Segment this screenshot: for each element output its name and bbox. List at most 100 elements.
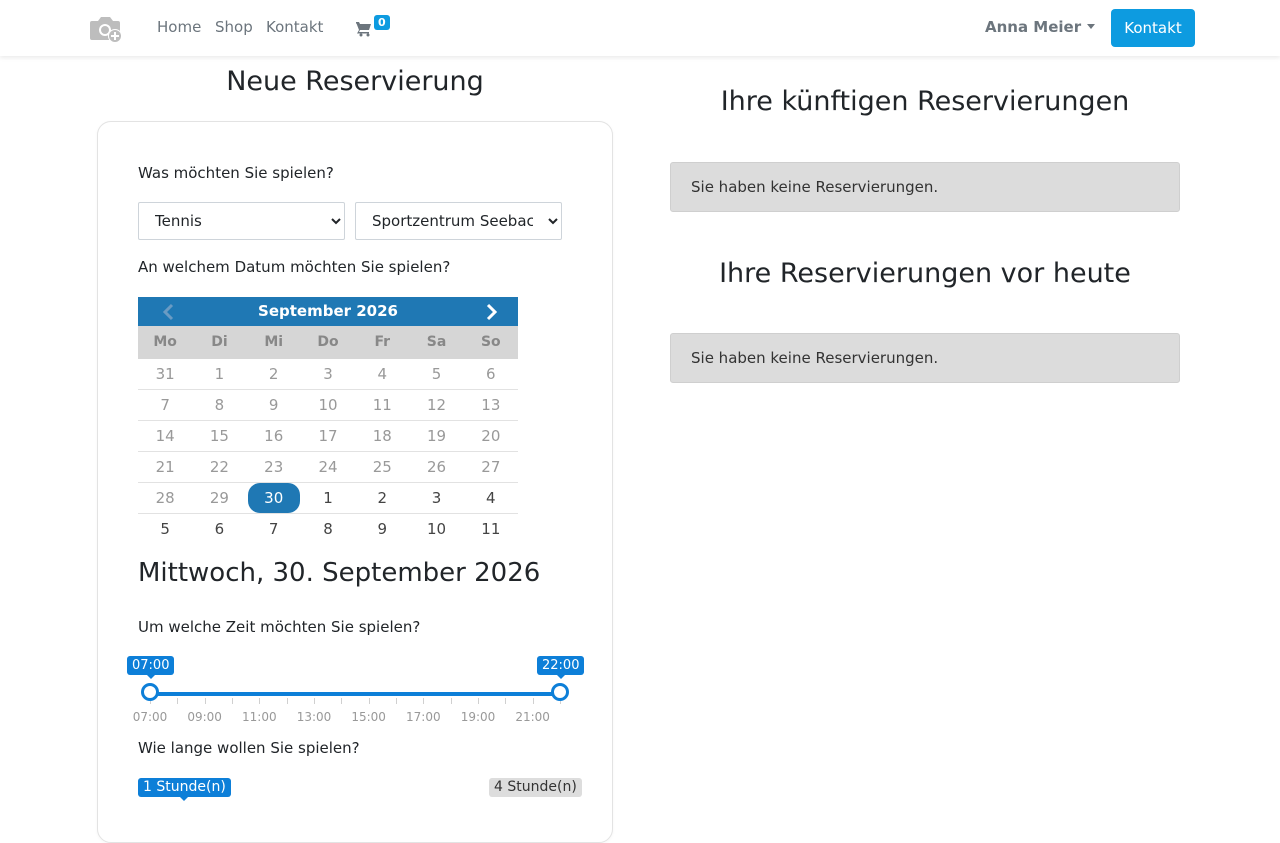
- calendar-day: 1: [214, 365, 225, 383]
- calendar-day[interactable]: 4: [464, 483, 518, 513]
- selected-date-title: Mittwoch, 30. September 2026: [138, 558, 541, 588]
- calendar-day[interactable]: 7: [247, 514, 301, 544]
- calendar-day: 12: [427, 396, 447, 414]
- weekday: Sa: [426, 334, 447, 350]
- time-to-tooltip: 22:00: [537, 656, 585, 679]
- slider-tick: [505, 698, 507, 704]
- weekday: Fr: [374, 334, 391, 350]
- slider-tick-label: 21:00: [515, 710, 550, 724]
- calendar-day[interactable]: 9: [355, 514, 409, 544]
- past-empty-alert: Sie haben keine Reservierungen.: [670, 333, 1180, 383]
- duration-min-tooltip: 1 Stunde(n): [138, 778, 231, 801]
- calendar-day[interactable]: 3: [409, 483, 463, 513]
- time-to-handle[interactable]: [551, 683, 569, 701]
- slider-tick-label: 07:00: [132, 710, 168, 724]
- calendar-day: 14: [155, 427, 175, 445]
- calendar-days: 31 1 2 3 4 5 6 7 8 9 10 11 12 13 14 15 16 17 18 19 20 21 22 23 2…: [138, 359, 518, 544]
- cart-button[interactable]: 0: [356, 15, 396, 41]
- slider-tick: [396, 698, 397, 704]
- calendar-day[interactable]: 6: [192, 514, 246, 544]
- selected-day-label: 30: [247, 483, 300, 513]
- sport-question-label: Was möchten Sie spielen?: [138, 164, 334, 182]
- calendar-day-selected[interactable]: 30: [247, 483, 301, 513]
- kontakt-button[interactable]: Kontakt: [1111, 9, 1195, 47]
- time-from-handle[interactable]: [141, 683, 159, 701]
- calendar-week-row: 5 6 7 8 9 10 11: [138, 514, 518, 544]
- slider-tick: [450, 698, 452, 704]
- calendar-week-row: 14 15 16 17 18 19 20: [138, 421, 518, 452]
- calendar-day[interactable]: 11: [464, 514, 518, 544]
- calendar-day[interactable]: 2: [355, 483, 409, 513]
- calendar-week-row: 28 29 30 1 2 3 4: [138, 483, 518, 514]
- slider-tick: [341, 698, 343, 704]
- calendar-day: 5: [431, 365, 442, 383]
- upcoming-reservations-title: Ihre künftigen Reservierungen: [720, 86, 1130, 117]
- calendar-day[interactable]: 1: [301, 483, 355, 513]
- calendar-day: 18: [372, 427, 392, 445]
- duration-max-label: 4 Stunde(n): [489, 778, 582, 797]
- calendar-day: 21: [155, 458, 175, 476]
- calendar-day: 7: [160, 396, 170, 414]
- slider-tick-label: 09:00: [187, 710, 222, 724]
- nav-kontakt-link[interactable]: Kontakt: [266, 18, 323, 36]
- slider-tick: [423, 698, 425, 704]
- calendar-day: 31: [155, 365, 175, 383]
- calendar-day: 26: [427, 458, 447, 476]
- calendar-day: 17: [318, 427, 338, 445]
- chevron-right-icon[interactable]: [480, 301, 502, 323]
- calendar-weekdays: Mo Di Mi Do Fr Sa So: [138, 326, 518, 359]
- slider-track[interactable]: [150, 692, 560, 696]
- calendar-week-row: 7 8 9 10 11 12 13: [138, 390, 518, 421]
- slider-tick-label: 15:00: [351, 710, 386, 724]
- weekday: Mo: [153, 334, 177, 350]
- cart-count-badge: 0: [374, 15, 390, 30]
- calendar-month: September 2026: [258, 302, 398, 320]
- nav-shop-link[interactable]: Shop: [215, 18, 253, 36]
- weekday: Mi: [264, 334, 284, 350]
- time-question-label: Um welche Zeit möchten Sie spielen?: [138, 618, 421, 636]
- time-from-tooltip: 07:00: [127, 656, 175, 679]
- upcoming-empty-alert: Sie haben keine Reservierungen.: [670, 162, 1180, 212]
- calendar-day: 15: [209, 427, 229, 445]
- calendar-day: 27: [481, 458, 501, 476]
- slider-tick: [204, 698, 206, 704]
- sport-select[interactable]: Tennis: [138, 202, 345, 240]
- user-menu-dropdown[interactable]: Anna Meier: [985, 18, 1096, 36]
- calendar-day[interactable]: 10: [409, 514, 463, 544]
- time-range-slider[interactable]: 07:00 22:00 07:00 09:00 11:00 13:00 15:00 17:…: [127, 650, 588, 730]
- navbar: Home Shop Kontakt 0 Anna Meier Kontakt: [0, 0, 1280, 56]
- calendar-day: 24: [318, 458, 338, 476]
- nav-home-link[interactable]: Home: [157, 18, 201, 36]
- slider-tick-label: 17:00: [406, 710, 441, 724]
- duration-question-label: Wie lange wollen Sie spielen?: [138, 739, 360, 757]
- calendar-day: 29: [209, 489, 229, 507]
- calendar-day: 23: [264, 458, 284, 476]
- slider-tick-label: 13:00: [296, 710, 332, 724]
- camera-plus-icon[interactable]: [88, 12, 124, 44]
- calendar-day: 10: [318, 396, 338, 414]
- slider-tick: [478, 698, 479, 704]
- calendar-day[interactable]: 8: [301, 514, 355, 544]
- new-reservation-title: Neue Reservierung: [226, 66, 484, 97]
- slider-tick: [368, 698, 370, 704]
- cart-icon: [356, 22, 371, 37]
- calendar-day: 25: [372, 458, 392, 476]
- calendar-day: 3: [323, 365, 333, 383]
- slider-tick: [314, 698, 315, 704]
- calendar-week-row: 31 1 2 3 4 5 6: [138, 359, 518, 390]
- weekday: Do: [317, 334, 339, 350]
- calendar-day: 2: [268, 365, 279, 383]
- calendar-day: 22: [209, 458, 229, 476]
- slider-tick: [177, 698, 179, 704]
- calendar-day: 11: [372, 396, 392, 414]
- slider-tick-label: 19:00: [460, 710, 496, 724]
- calendar-week-row: 21 22 23 24 25 26 27: [138, 452, 518, 483]
- calendar-day: 13: [481, 396, 501, 414]
- chevron-left-icon[interactable]: [158, 301, 180, 323]
- past-reservations-title: Ihre Reservierungen vor heute: [719, 258, 1131, 289]
- calendar-day: 6: [486, 365, 496, 383]
- slider-tick-label: 11:00: [242, 710, 277, 724]
- calendar-day[interactable]: 5: [138, 514, 192, 544]
- calendar-day: 20: [481, 427, 501, 445]
- venue-select[interactable]: Sportzentrum Seebach: [355, 202, 562, 240]
